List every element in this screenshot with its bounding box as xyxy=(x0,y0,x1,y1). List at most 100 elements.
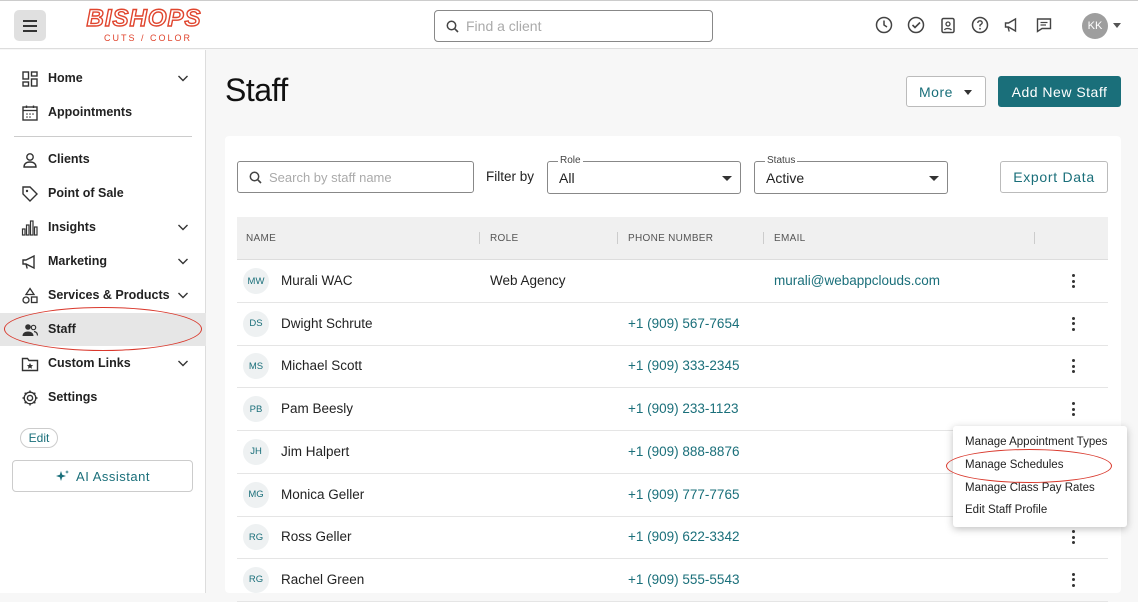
staff-avatar: RG xyxy=(243,524,269,551)
staff-name[interactable]: Pam Beesly xyxy=(281,401,353,416)
user-avatar[interactable]: KK xyxy=(1082,13,1108,39)
megaphone-icon[interactable] xyxy=(1002,15,1022,35)
client-search-placeholder: Find a client xyxy=(466,18,542,34)
sidebar-item-label: Appointments xyxy=(48,105,133,119)
sidebar-divider xyxy=(14,136,192,137)
sparkle-icon xyxy=(56,469,70,481)
menu-toggle-button[interactable] xyxy=(14,10,46,41)
grid-icon xyxy=(22,71,38,87)
status-select[interactable]: Status Active xyxy=(754,155,948,194)
staff-phone[interactable]: +1 (909) 567-7654 xyxy=(628,316,739,331)
staff-phone[interactable]: +1 (909) 888-8876 xyxy=(628,444,739,459)
staff-email[interactable]: murali@webappclouds.com xyxy=(774,273,940,288)
edit-nav-button[interactable]: Edit xyxy=(20,428,58,448)
chevron-down-icon[interactable] xyxy=(177,255,189,267)
ai-assistant-button[interactable]: AI Assistant xyxy=(12,460,193,492)
column-divider xyxy=(763,232,764,244)
kebab-menu-icon[interactable] xyxy=(1072,572,1076,587)
sidebar-item-label: Services & Products xyxy=(48,288,170,302)
sidebar-item-label: Point of Sale xyxy=(48,186,124,200)
chevron-down-icon xyxy=(964,90,972,95)
kebab-menu-icon[interactable] xyxy=(1072,402,1076,417)
role-select[interactable]: Role All xyxy=(547,155,741,194)
staff-avatar: MG xyxy=(243,481,269,508)
staff-avatar: PB xyxy=(243,396,269,423)
staff-name[interactable]: Dwight Schrute xyxy=(281,316,373,331)
column-header-phone[interactable]: PHONE NUMBER xyxy=(628,233,713,244)
staff-search-input[interactable]: Search by staff name xyxy=(237,161,474,193)
sidebar-item-custom-links[interactable]: Custom Links xyxy=(0,347,206,380)
column-divider xyxy=(1034,232,1035,244)
sidebar-item-marketing[interactable]: Marketing xyxy=(0,245,206,278)
staff-phone[interactable]: +1 (909) 333-2345 xyxy=(628,358,739,373)
tag-icon xyxy=(22,186,38,202)
chevron-down-icon[interactable] xyxy=(177,221,189,233)
staff-name[interactable]: Ross Geller xyxy=(281,529,352,544)
staff-phone[interactable]: +1 (909) 622-3342 xyxy=(628,529,739,544)
export-data-button[interactable]: Export Data xyxy=(1000,161,1108,193)
chevron-down-icon xyxy=(722,176,732,181)
chevron-down-icon[interactable] xyxy=(1113,23,1121,28)
staff-search-placeholder: Search by staff name xyxy=(269,170,392,185)
table-header: NAME ROLE PHONE NUMBER EMAIL xyxy=(237,217,1108,260)
staff-name[interactable]: Michael Scott xyxy=(281,358,362,373)
check-circle-icon[interactable] xyxy=(906,15,926,35)
staff-name[interactable]: Monica Geller xyxy=(281,487,364,502)
staff-name[interactable]: Jim Halpert xyxy=(281,444,349,459)
person-icon xyxy=(23,153,37,168)
table-row[interactable]: MS Michael Scott +1 (909) 333-2345 xyxy=(237,345,1108,389)
megaphone-icon xyxy=(22,254,35,270)
column-divider xyxy=(479,232,480,244)
column-header-email[interactable]: EMAIL xyxy=(774,233,806,244)
menu-item-manage-class-pay-rates[interactable]: Manage Class Pay Rates xyxy=(965,482,1095,494)
calendar-icon xyxy=(22,105,38,121)
chevron-down-icon[interactable] xyxy=(177,72,189,84)
client-search-input[interactable]: Find a client xyxy=(434,10,713,42)
status-select-label: Status xyxy=(765,155,798,166)
brand-logo[interactable]: BISHOPS CUTS / COLOR xyxy=(65,5,223,45)
staff-name[interactable]: Rachel Green xyxy=(281,572,364,587)
ai-assistant-label: AI Assistant xyxy=(76,468,150,484)
chevron-down-icon[interactable] xyxy=(177,357,189,369)
column-header-role[interactable]: ROLE xyxy=(490,233,518,244)
clock-icon[interactable] xyxy=(874,15,894,35)
chevron-down-icon[interactable] xyxy=(177,289,189,301)
column-header-name[interactable]: NAME xyxy=(246,233,276,244)
more-dropdown-button[interactable]: More xyxy=(906,76,986,107)
column-divider xyxy=(617,232,618,244)
chat-icon[interactable] xyxy=(1034,15,1054,35)
brand-name: BISHOPS xyxy=(86,5,202,32)
sidebar-item-home[interactable]: Home xyxy=(0,62,206,95)
staff-name[interactable]: Murali WAC xyxy=(281,273,353,288)
role-select-value: All xyxy=(559,170,575,186)
sidebar-item-point-of-sale[interactable]: Point of Sale xyxy=(0,177,206,210)
table-row[interactable]: PB Pam Beesly +1 (909) 233-1123 xyxy=(237,388,1108,432)
clipboard-icon[interactable] xyxy=(938,15,958,35)
staff-avatar: MS xyxy=(243,353,269,380)
kebab-menu-icon[interactable] xyxy=(1072,274,1076,288)
staff-phone[interactable]: +1 (909) 233-1123 xyxy=(628,401,738,416)
sidebar-item-label: Settings xyxy=(48,390,98,404)
staff-phone[interactable]: +1 (909) 777-7765 xyxy=(628,487,739,502)
sidebar-item-settings[interactable]: Settings xyxy=(0,381,206,414)
staff-avatar: RG xyxy=(243,566,269,593)
gear-icon xyxy=(22,390,38,406)
kebab-menu-icon[interactable] xyxy=(1072,316,1076,331)
annotation-oval-staff xyxy=(4,307,202,351)
add-new-staff-button[interactable]: Add New Staff xyxy=(998,76,1121,107)
table-row[interactable]: MW Murali WAC Web Agency murali@webappcloud… xyxy=(237,260,1108,303)
menu-item-manage-appointment-types[interactable]: Manage Appointment Types xyxy=(965,436,1107,448)
sidebar-item-appointments[interactable]: Appointments xyxy=(0,96,206,129)
sidebar-item-label: Custom Links xyxy=(48,356,131,370)
chevron-down-icon xyxy=(929,176,939,181)
sidebar-item-label: Marketing xyxy=(48,254,108,268)
sidebar-item-insights[interactable]: Insights xyxy=(0,211,206,244)
sidebar-item-clients[interactable]: Clients xyxy=(0,143,206,176)
staff-phone[interactable]: +1 (909) 555-5543 xyxy=(628,572,739,587)
table-row[interactable]: DS Dwight Schrute +1 (909) 567-7654 xyxy=(237,303,1108,346)
kebab-menu-icon[interactable] xyxy=(1072,530,1076,545)
kebab-menu-icon[interactable] xyxy=(1072,359,1076,374)
menu-item-edit-staff-profile[interactable]: Edit Staff Profile xyxy=(965,504,1047,516)
help-icon[interactable] xyxy=(970,15,990,35)
table-row[interactable]: RG Rachel Green +1 (909) 555-5543 xyxy=(237,559,1108,602)
